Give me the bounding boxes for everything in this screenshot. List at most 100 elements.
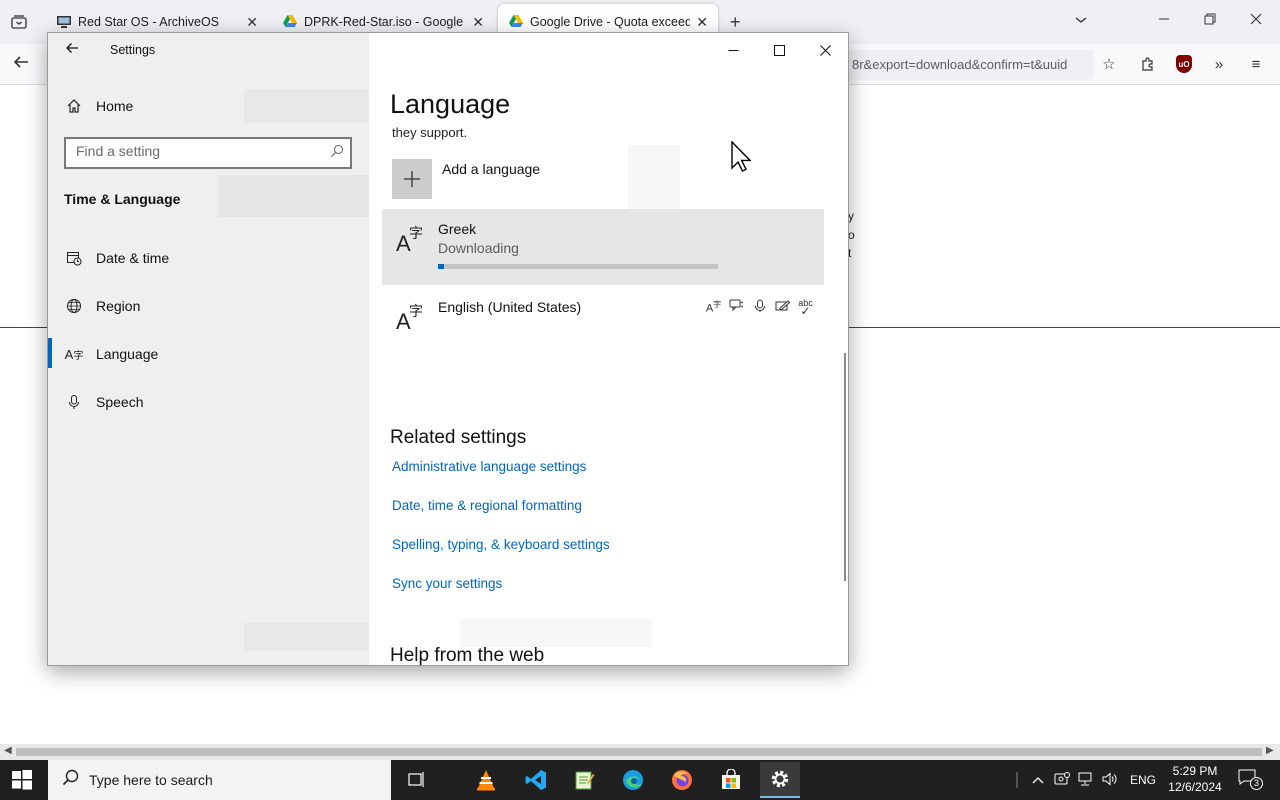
settings-vertical-scrollbar[interactable] bbox=[844, 353, 846, 581]
tab-title: Red Star OS - ArchiveOS bbox=[78, 15, 220, 29]
settings-window-title: Settings bbox=[110, 43, 156, 57]
taskbar-search-box[interactable]: Type here to search bbox=[48, 760, 391, 800]
more-tools-chevrons-icon[interactable]: » bbox=[1209, 54, 1229, 74]
search-placeholder: Find a setting bbox=[76, 143, 161, 159]
scrollbar-thumb[interactable] bbox=[16, 748, 1262, 756]
download-progress-bar bbox=[438, 264, 718, 269]
related-settings-heading: Related settings bbox=[390, 427, 527, 448]
windows-start-icon[interactable] bbox=[12, 770, 34, 790]
input-language-indicator[interactable]: ENG bbox=[1130, 773, 1156, 787]
mouse-cursor-icon bbox=[731, 140, 752, 178]
link-spelling-typing-keyboard[interactable]: Spelling, typing, & keyboard settings bbox=[392, 537, 610, 552]
find-setting-input[interactable]: Find a setting bbox=[64, 137, 352, 169]
close-tab-icon[interactable]: ✕ bbox=[696, 14, 708, 31]
notification-center-icon[interactable]: 3 bbox=[1238, 769, 1263, 790]
clock-time: 5:29 PM bbox=[1172, 764, 1218, 778]
sidebar-item-region[interactable]: Region bbox=[64, 296, 140, 316]
sidebar-item-label: Home bbox=[96, 98, 134, 114]
clipped-description: they support. bbox=[392, 125, 468, 140]
browser-minimize-icon[interactable] bbox=[1158, 12, 1170, 28]
vlc-icon[interactable] bbox=[466, 764, 506, 796]
monitor-favicon-icon bbox=[57, 16, 71, 28]
language-pack-icon: A字 bbox=[396, 225, 423, 256]
add-language-label: Add a language bbox=[442, 161, 541, 177]
taskbar-clock[interactable]: 5:29 PM 12/6/2024 bbox=[1162, 763, 1228, 795]
page-text-fragment: o bbox=[848, 228, 855, 242]
notepad-icon[interactable] bbox=[564, 764, 604, 796]
chevron-up-icon[interactable] bbox=[1032, 773, 1044, 787]
back-arrow-icon[interactable] bbox=[12, 53, 30, 76]
selected-indicator bbox=[48, 338, 52, 368]
sidebar-item-label: Language bbox=[96, 346, 159, 362]
google-drive-favicon-icon bbox=[283, 15, 297, 27]
clock-date: 12/6/2024 bbox=[1168, 780, 1222, 794]
search-icon bbox=[330, 144, 344, 161]
language-name: Greek bbox=[438, 221, 477, 237]
edge-icon[interactable] bbox=[613, 764, 653, 796]
list-all-tabs-chevron-icon[interactable] bbox=[1074, 12, 1088, 28]
settings-minimize-icon[interactable] bbox=[718, 39, 748, 61]
notification-count-badge: 3 bbox=[1250, 777, 1263, 790]
spellcheck-icon: abc ✓ bbox=[798, 298, 813, 318]
url-text: 8r&export=download&confirm=t&uuid bbox=[852, 57, 1068, 72]
browser-close-icon[interactable] bbox=[1250, 12, 1262, 28]
taskbar-search-placeholder: Type here to search bbox=[89, 772, 213, 788]
globe-icon bbox=[64, 296, 84, 316]
calendar-clock-icon bbox=[64, 248, 84, 268]
ghost-artifact bbox=[628, 145, 680, 211]
link-administrative-language[interactable]: Administrative language settings bbox=[392, 459, 586, 474]
system-tray: ENG bbox=[1016, 760, 1156, 800]
tab-title: DPRK-Red-Star.iso - Google Dri bbox=[304, 15, 467, 29]
language-row-greek[interactable]: A字 Greek Downloading bbox=[382, 209, 824, 285]
store-icon[interactable] bbox=[711, 764, 751, 796]
volume-icon[interactable] bbox=[1102, 771, 1118, 789]
language-pack-icon: A字 bbox=[396, 303, 423, 334]
settings-close-icon[interactable] bbox=[810, 39, 840, 61]
tab-list-icon[interactable] bbox=[8, 12, 30, 32]
scroll-right-icon[interactable]: ▶ bbox=[1266, 745, 1274, 756]
bookmark-star-icon[interactable]: ☆ bbox=[1099, 54, 1119, 74]
ublock-shield-icon[interactable]: uO bbox=[1174, 54, 1194, 74]
firefox-icon[interactable] bbox=[662, 764, 702, 796]
sidebar-item-home[interactable]: Home bbox=[64, 96, 133, 116]
page-title: Language bbox=[390, 89, 511, 119]
new-tab-icon[interactable]: + bbox=[730, 12, 741, 33]
search-icon bbox=[62, 769, 79, 791]
hamburger-menu-icon[interactable]: ≡ bbox=[1246, 54, 1266, 74]
browser-restore-icon[interactable] bbox=[1204, 12, 1216, 28]
language-status: Downloading bbox=[438, 240, 519, 256]
sidebar-item-label: Speech bbox=[96, 394, 144, 410]
sidebar-item-label: Date & time bbox=[96, 250, 170, 266]
speech-recognition-icon bbox=[751, 299, 768, 316]
sidebar-item-label: Region bbox=[96, 298, 141, 314]
settings-gear-taskbar-icon[interactable] bbox=[760, 762, 800, 798]
network-icon[interactable] bbox=[1078, 772, 1094, 789]
text-to-speech-icon bbox=[728, 299, 745, 316]
task-view-icon[interactable] bbox=[396, 764, 436, 796]
language-pack-icon: A字 bbox=[705, 300, 722, 315]
tray-divider bbox=[1016, 772, 1018, 788]
language-feature-icons: A字 abc ✓ bbox=[705, 298, 814, 318]
settings-maximize-icon[interactable] bbox=[764, 39, 794, 61]
microphone-icon bbox=[64, 392, 84, 412]
sidebar-item-language[interactable]: A字 Language bbox=[64, 344, 159, 364]
vscode-icon[interactable] bbox=[516, 764, 556, 796]
link-date-time-formatting[interactable]: Date, time & regional formatting bbox=[392, 498, 582, 513]
language-row-english[interactable]: A字 English (United States) A字 abc ✓ bbox=[382, 287, 824, 363]
settings-back-arrow-icon[interactable] bbox=[65, 41, 79, 60]
close-tab-icon[interactable]: ✕ bbox=[472, 14, 484, 31]
sidebar-item-speech[interactable]: Speech bbox=[64, 392, 143, 412]
close-tab-icon[interactable]: ✕ bbox=[246, 14, 258, 31]
windows-taskbar: Type here to search ENG 5:29 PM 12/6/202… bbox=[0, 760, 1280, 800]
link-sync-settings[interactable]: Sync your settings bbox=[392, 576, 502, 591]
meet-now-icon[interactable] bbox=[1054, 771, 1070, 789]
sidebar-item-date-time[interactable]: Date & time bbox=[64, 248, 169, 268]
plus-icon bbox=[392, 159, 432, 199]
url-bar[interactable]: 8r&export=download&confirm=t&uuid bbox=[848, 50, 1094, 80]
extensions-puzzle-icon[interactable] bbox=[1138, 54, 1158, 74]
horizontal-scrollbar[interactable]: ◀ ▶ bbox=[0, 744, 1280, 760]
progress-fill bbox=[438, 264, 444, 269]
language-icon: A字 bbox=[64, 346, 84, 362]
scroll-left-icon[interactable]: ◀ bbox=[4, 745, 12, 756]
add-language-button[interactable]: Add a language bbox=[392, 159, 540, 199]
